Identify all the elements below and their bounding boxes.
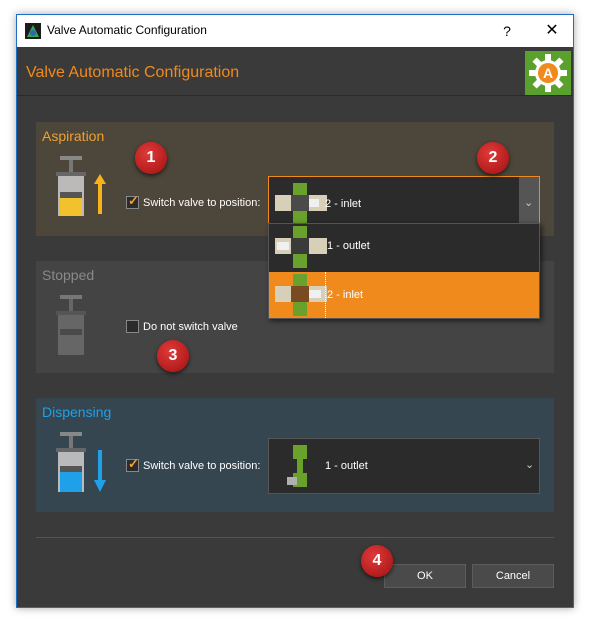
footer-divider xyxy=(36,537,554,538)
dispensing-selected-value: 1 - outlet xyxy=(325,460,368,472)
arrow-down-icon xyxy=(94,450,106,492)
syringe-icon xyxy=(50,430,120,496)
aspiration-title: Aspiration xyxy=(42,128,105,144)
aspiration-panel: Aspiration ✓ Switch valve to position: 2… xyxy=(36,122,554,236)
annotation-badge-1: 1 xyxy=(135,142,167,174)
title-bar: Valve Automatic Configuration ? ✕ xyxy=(17,15,573,47)
annotation-badge-2: 2 xyxy=(477,142,509,174)
stopped-checkbox-label: Do not switch valve xyxy=(143,321,238,333)
auto-config-gear-icon: A xyxy=(525,51,571,95)
dispensing-checkbox[interactable]: ✓ xyxy=(126,456,139,472)
cancel-button[interactable]: Cancel xyxy=(472,564,554,588)
syringe-icon xyxy=(50,154,120,220)
window-title: Valve Automatic Configuration xyxy=(47,23,207,37)
stopped-checkbox[interactable] xyxy=(126,320,139,333)
app-icon xyxy=(25,23,41,39)
chevron-down-icon: ⌄ xyxy=(524,197,534,209)
logo-letter: A xyxy=(543,65,553,81)
valve-icon xyxy=(273,443,329,489)
option-label: 2 - inlet xyxy=(327,289,364,301)
stopped-title: Stopped xyxy=(42,267,95,283)
help-button[interactable]: ? xyxy=(487,15,527,47)
valve-icon xyxy=(273,181,329,227)
annotation-badge-3: 3 xyxy=(157,340,189,372)
aspiration-checkbox-label: Switch valve to position: xyxy=(143,197,261,209)
header-title: Valve Automatic Configuration xyxy=(26,64,240,81)
arrow-up-icon xyxy=(94,174,106,214)
dispensing-checkbox-label: Switch valve to position: xyxy=(143,460,261,472)
aspiration-checkbox[interactable]: ✓ xyxy=(126,193,139,209)
aspiration-selected-value: 2 - inlet xyxy=(325,198,362,210)
dispensing-title: Dispensing xyxy=(42,404,112,420)
aspiration-dropdown-list: 1 - outlet 2 - inlet xyxy=(268,223,540,319)
dropdown-option-1-outlet[interactable]: 1 - outlet xyxy=(269,224,539,270)
valve-icon xyxy=(273,274,329,320)
annotation-badge-4: 4 xyxy=(361,545,393,577)
dispensing-valve-select[interactable]: 1 - outlet ⌄ xyxy=(268,438,540,494)
dispensing-panel: Dispensing ✓ Switch valve to position: 1… xyxy=(36,398,554,512)
close-button[interactable]: ✕ xyxy=(531,15,573,47)
valve-icon xyxy=(273,226,329,272)
dropdown-option-2-inlet[interactable]: 2 - inlet xyxy=(269,272,539,318)
syringe-icon xyxy=(50,293,90,359)
dialog-window: Valve Automatic Configuration ? ✕ Valve … xyxy=(16,14,574,608)
ok-button[interactable]: OK xyxy=(384,564,466,588)
option-label: 1 - outlet xyxy=(327,240,370,252)
chevron-down-icon[interactable]: ⌄ xyxy=(525,458,534,471)
dialog-header: Valve Automatic Configuration A xyxy=(17,47,573,96)
